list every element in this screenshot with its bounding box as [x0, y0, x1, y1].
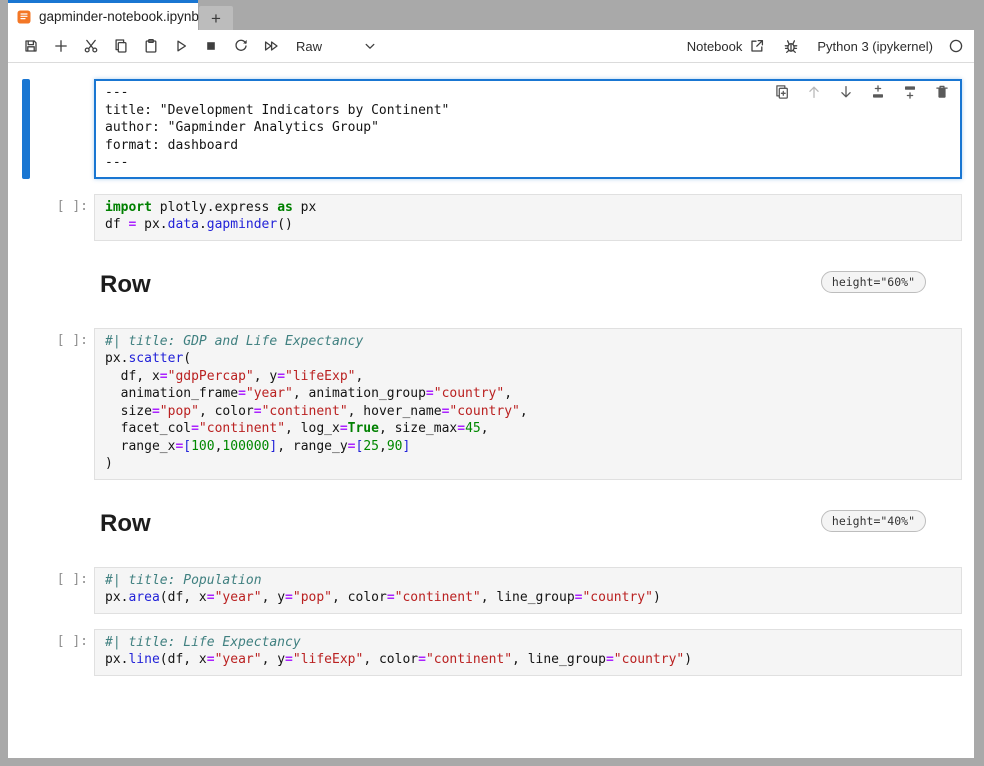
- cell-gutter: [ ]:: [8, 567, 94, 614]
- cell-editor-area: #| title: GDP and Life Expectancypx.scat…: [94, 328, 962, 480]
- restart-kernel-icon[interactable]: [226, 33, 256, 59]
- code-line: #| title: Population: [105, 572, 953, 590]
- cell-gutter: [ ]:: [8, 194, 94, 241]
- cell-gutter: [8, 79, 94, 179]
- kernel-status-icon[interactable]: [948, 38, 964, 54]
- paste-cell-icon[interactable]: [136, 33, 166, 59]
- delete-cell-icon[interactable]: [934, 84, 950, 100]
- cell-type-selector[interactable]: Raw: [296, 38, 378, 54]
- cell-editor[interactable]: #| title: GDP and Life Expectancypx.scat…: [94, 328, 962, 480]
- cell-editor-area: --- title: "Development Indicators by Con…: [94, 79, 962, 179]
- cell-editor-area: #| title: Life Expectancypx.line(df, x="…: [94, 629, 962, 676]
- cell-prompt: [ ]:: [57, 634, 88, 649]
- kernel-name[interactable]: Python 3 (ipykernel): [817, 39, 933, 54]
- markdown-rendered: Row height="60%": [94, 256, 962, 313]
- new-tab-button[interactable]: +: [199, 6, 233, 30]
- markdown-rendered: Row height="40%": [94, 495, 962, 552]
- cell-prompt: [ ]:: [57, 199, 88, 214]
- app-window: gapminder-notebook.ipynb × + Raw Noteboo…: [8, 0, 974, 758]
- chevron-down-icon: [362, 38, 378, 54]
- section-heading: Row: [100, 270, 151, 299]
- move-up-icon[interactable]: [806, 84, 822, 100]
- stop-icon[interactable]: [196, 33, 226, 59]
- section-heading: Row: [100, 509, 151, 538]
- cell-editor[interactable]: import plotly.express as pxdf = px.data.…: [94, 194, 962, 241]
- cut-cell-icon[interactable]: [76, 33, 106, 59]
- cell-gutter: [ ]:: [8, 629, 94, 676]
- notebook-tab[interactable]: gapminder-notebook.ipynb ×: [8, 0, 198, 30]
- move-down-icon[interactable]: [838, 84, 854, 100]
- code-line: ): [105, 455, 953, 473]
- code-line: size="pop", color="continent", hover_nam…: [105, 403, 953, 421]
- notebook-scroll-area[interactable]: --- title: "Development Indicators by Con…: [8, 63, 974, 758]
- code-line: range_x=[100,100000], range_y=[25,90]: [105, 438, 953, 456]
- code-line: title: "Development Indicators by Contin…: [105, 102, 953, 120]
- open-in-notebook-link[interactable]: Notebook: [687, 38, 766, 54]
- tab-bar: gapminder-notebook.ipynb × +: [8, 0, 974, 30]
- notebook-toolbar: Raw Notebook Python 3 (ipykernel): [8, 30, 974, 63]
- code-cell[interactable]: [ ]: import plotly.express as pxdf = px.d…: [8, 194, 962, 241]
- notebook-link-label: Notebook: [687, 39, 743, 54]
- raw-cell[interactable]: --- title: "Development Indicators by Con…: [8, 79, 962, 179]
- add-cell-icon[interactable]: [46, 33, 76, 59]
- markdown-cell[interactable]: Row height="60%": [8, 256, 962, 313]
- notebook-file-icon: [16, 9, 32, 25]
- heading-attribute-badge: height="40%": [821, 510, 926, 532]
- tab-title: gapminder-notebook.ipynb: [39, 9, 199, 24]
- cell-prompt: [ ]:: [57, 572, 88, 587]
- code-line: import plotly.express as px: [105, 199, 953, 217]
- code-line: facet_col="continent", log_x=True, size_…: [105, 420, 953, 438]
- toolbar-left: [16, 33, 286, 59]
- notebook-cells: --- title: "Development Indicators by Con…: [8, 79, 974, 676]
- insert-below-icon[interactable]: [902, 84, 918, 100]
- notebook-panel: Raw Notebook Python 3 (ipykernel) --- tit…: [8, 30, 974, 758]
- external-link-icon: [749, 38, 765, 54]
- code-line: df = px.data.gapminder(): [105, 216, 953, 234]
- code-cell[interactable]: [ ]: #| title: Populationpx.area(df, x="y…: [8, 567, 962, 614]
- code-line: px.line(df, x="year", y="lifeExp", color…: [105, 651, 953, 669]
- run-all-icon[interactable]: [256, 33, 286, 59]
- duplicate-cell-icon[interactable]: [774, 84, 790, 100]
- code-line: df, x="gdpPercap", y="lifeExp",: [105, 368, 953, 386]
- markdown-cell[interactable]: Row height="40%": [8, 495, 962, 552]
- cell-editor[interactable]: #| title: Life Expectancypx.line(df, x="…: [94, 629, 962, 676]
- code-line: #| title: Life Expectancy: [105, 634, 953, 652]
- code-line: ---: [105, 154, 953, 172]
- code-cell[interactable]: [ ]: #| title: Life Expectancypx.line(df,…: [8, 629, 962, 676]
- cell-gutter: [ ]:: [8, 328, 94, 480]
- code-line: px.scatter(: [105, 350, 953, 368]
- cell-editor[interactable]: #| title: Populationpx.area(df, x="year"…: [94, 567, 962, 614]
- copy-cell-icon[interactable]: [106, 33, 136, 59]
- code-line: #| title: GDP and Life Expectancy: [105, 333, 953, 351]
- cell-gutter: [8, 256, 94, 313]
- code-line: animation_frame="year", animation_group=…: [105, 385, 953, 403]
- cell-toolbar: [774, 84, 950, 100]
- run-icon[interactable]: [166, 33, 196, 59]
- code-line: author: "Gapminder Analytics Group": [105, 119, 953, 137]
- cell-editor-area: import plotly.express as pxdf = px.data.…: [94, 194, 962, 241]
- cell-editor-area: #| title: Populationpx.area(df, x="year"…: [94, 567, 962, 614]
- cell-type-value: Raw: [296, 39, 322, 54]
- cell-collapser[interactable]: [22, 79, 30, 179]
- cell-prompt: [ ]:: [57, 333, 88, 348]
- code-line: px.area(df, x="year", y="pop", color="co…: [105, 589, 953, 607]
- code-cell[interactable]: [ ]: #| title: GDP and Life Expectancypx.…: [8, 328, 962, 480]
- save-icon[interactable]: [16, 33, 46, 59]
- code-line: format: dashboard: [105, 137, 953, 155]
- debugger-bug-icon[interactable]: [780, 33, 802, 59]
- toolbar-right: Notebook Python 3 (ipykernel): [687, 33, 964, 59]
- heading-attribute-badge: height="60%": [821, 271, 926, 293]
- insert-above-icon[interactable]: [870, 84, 886, 100]
- cell-gutter: [8, 495, 94, 552]
